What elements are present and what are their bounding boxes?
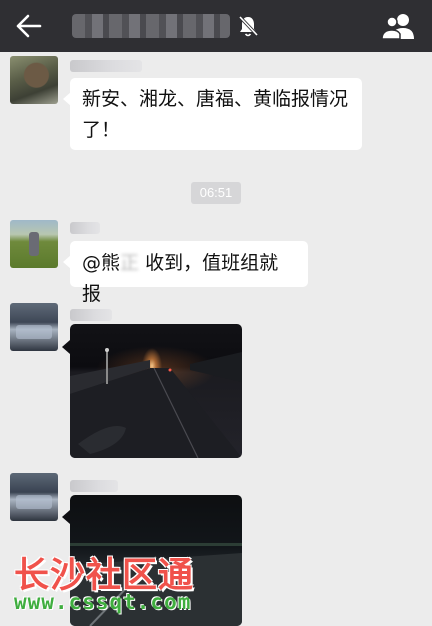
mention-blurred: 正 bbox=[120, 252, 140, 274]
night-road-photo bbox=[70, 348, 242, 458]
arrow-left-icon[interactable] bbox=[14, 13, 42, 39]
sender-name-blurred bbox=[70, 222, 100, 234]
message-text-line: 了！ bbox=[82, 119, 121, 141]
avatar[interactable] bbox=[10, 473, 58, 521]
sender-name-blurred bbox=[70, 309, 112, 321]
message-row: @熊正 收到，值班组就报 bbox=[0, 216, 432, 305]
mention-text: @熊 bbox=[82, 252, 121, 274]
avatar[interactable] bbox=[10, 56, 58, 104]
sender-name-blurred bbox=[70, 60, 142, 72]
sender-name-blurred bbox=[70, 480, 118, 492]
avatar[interactable] bbox=[10, 220, 58, 268]
watermark-url: www.cssqt.com bbox=[14, 590, 192, 614]
bell-muted-icon bbox=[238, 15, 259, 37]
bubble-tail bbox=[62, 340, 70, 354]
timestamp-badge: 06:51 bbox=[191, 182, 241, 204]
message-text-line: 新安、湘龙、唐福、黄临报情况 bbox=[82, 88, 349, 110]
message-bubble[interactable]: @熊正 收到，值班组就报 bbox=[63, 241, 308, 305]
message-bubble[interactable]: 新安、湘龙、唐福、黄临报情况 了！ bbox=[63, 78, 362, 150]
message-row: 新安、湘龙、唐福、黄临报情况 了！ bbox=[0, 52, 432, 162]
bubble-tail bbox=[62, 510, 70, 524]
message-row bbox=[0, 300, 432, 465]
chat-header bbox=[0, 0, 432, 52]
image-message[interactable] bbox=[70, 324, 242, 458]
group-members-icon[interactable] bbox=[380, 12, 416, 40]
avatar[interactable] bbox=[10, 303, 58, 351]
chat-title-blurred bbox=[72, 14, 230, 38]
